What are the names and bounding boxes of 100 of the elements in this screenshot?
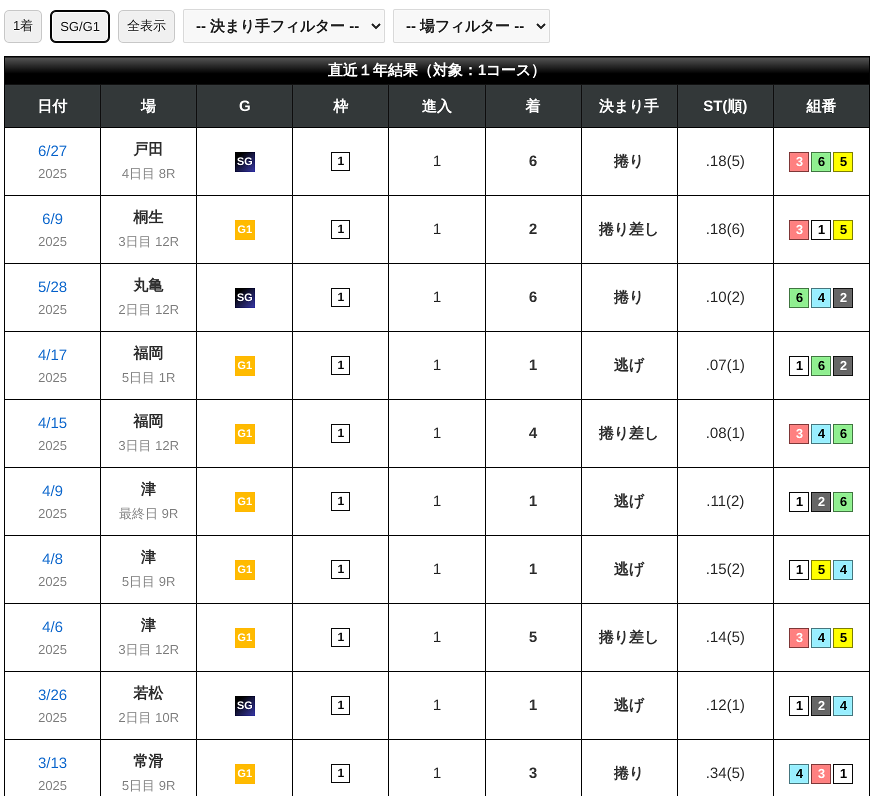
date-link[interactable]: 6/9 [42,210,63,228]
frame-number: 1 [331,764,350,783]
table-cell: .07(1) [677,332,774,400]
frame-number: 1 [331,628,350,647]
year-text: 2025 [38,438,68,452]
grade-badge: G1 [234,424,255,444]
table-title: 直近１年結果（対象：1コース） [4,56,870,84]
grade-badge: G1 [234,356,255,376]
table-cell: .18(6) [677,196,774,264]
boat-number-tile: 1 [789,492,810,512]
column-header: 決まり手 [581,84,678,128]
race-info: 2日目 10R [118,709,180,727]
boat-number-tile: 1 [789,560,810,580]
date-link[interactable]: 4/9 [42,482,63,500]
column-header: 枠 [292,84,389,128]
boat-number-tile: 4 [811,288,832,308]
table-cell: 捲り [581,128,678,196]
boat-number-tile: 3 [811,764,832,784]
table-cell: .18(5) [677,128,774,196]
filter-dropdown[interactable]: -- 場フィルター -- [392,9,550,43]
race-info: 4日目 8R [122,165,176,183]
table-cell: 2 [485,196,582,264]
filter-dropdown[interactable]: -- 決まり手フィルター -- [182,9,385,43]
grade-badge: G1 [234,220,255,240]
boat-number-tile: 5 [833,152,854,172]
date-link[interactable]: 3/26 [38,686,68,704]
table-cell: 1 [388,400,486,468]
frame-number: 1 [331,492,350,511]
venue-name: 津 [141,616,156,635]
table-cell: 6 [485,128,582,196]
venue-name: 丸亀 [134,276,164,295]
race-info: 5日目 9R [122,777,176,795]
date-link[interactable]: 6/27 [38,142,68,160]
grade-badge: G1 [234,492,255,512]
table-cell: 1 [485,468,582,536]
venue-name: 福岡 [134,412,164,431]
boat-number-tile: 2 [833,356,854,376]
table-cell: 1 [388,672,486,740]
frame-number: 1 [331,152,350,171]
table-cell: 1 [388,332,486,400]
venue-name: 戸田 [134,140,164,159]
date-link[interactable]: 4/8 [42,550,63,568]
table-cell: 1 [485,332,582,400]
race-info: 3日目 12R [118,641,180,659]
filter-button[interactable]: SG/G1 [50,10,110,42]
boat-number-tile: 6 [811,152,832,172]
venue-name: 津 [141,548,156,567]
table-cell: 1 [388,604,486,672]
boat-number-tile: 4 [811,424,832,444]
table-cell: 1 [388,264,486,332]
race-info: 3日目 12R [118,437,180,455]
venue-name: 福岡 [134,344,164,363]
frame-number: 1 [331,696,350,715]
boat-number-tile: 1 [811,220,832,240]
date-link[interactable]: 4/15 [38,414,68,432]
race-info: 最終日 9R [119,505,178,523]
grade-badge: G1 [234,764,255,784]
boat-number-tile: 2 [811,696,832,716]
table-cell: 1 [388,536,486,604]
date-link[interactable]: 4/17 [38,346,68,364]
year-text: 2025 [38,710,68,724]
filter-button[interactable]: 全表示 [118,10,175,42]
boat-number-tile: 4 [811,628,832,648]
column-header: 進入 [388,84,486,128]
frame-number: 1 [331,560,350,579]
table-cell: 1 [388,196,486,264]
race-info: 5日目 9R [122,573,176,591]
year-text: 2025 [38,166,68,180]
table-cell: .11(2) [677,468,774,536]
table-cell: 4 [485,400,582,468]
table-cell: 捲り差し [581,196,678,264]
grade-badge: SG [234,152,255,172]
boat-number-tile: 3 [789,152,810,172]
column-header: 組番 [773,84,870,128]
table-cell: 逃げ [581,672,678,740]
frame-number: 1 [331,356,350,375]
frame-number: 1 [331,288,350,307]
table-cell: 逃げ [581,536,678,604]
column-header: G [196,84,293,128]
year-text: 2025 [38,302,68,316]
year-text: 2025 [38,574,68,588]
date-link[interactable]: 3/13 [38,754,68,772]
race-info: 5日目 1R [122,369,176,387]
table-cell: 捲り差し [581,400,678,468]
boat-number-tile: 6 [811,356,832,376]
boat-number-tile: 3 [789,220,810,240]
table-cell: 1 [485,536,582,604]
column-header: 着 [485,84,582,128]
boat-number-tile: 3 [789,628,810,648]
date-link[interactable]: 5/28 [38,278,68,296]
column-header: 日付 [4,84,101,128]
venue-name: 桐生 [134,208,164,227]
table-cell: .08(1) [677,400,774,468]
date-link[interactable]: 4/6 [42,618,63,636]
table-cell: 逃げ [581,468,678,536]
filter-button[interactable]: 1着 [4,10,42,42]
table-cell: 1 [485,672,582,740]
grade-badge: G1 [234,628,255,648]
boat-number-tile: 5 [811,560,832,580]
boat-number-tile: 3 [789,424,810,444]
